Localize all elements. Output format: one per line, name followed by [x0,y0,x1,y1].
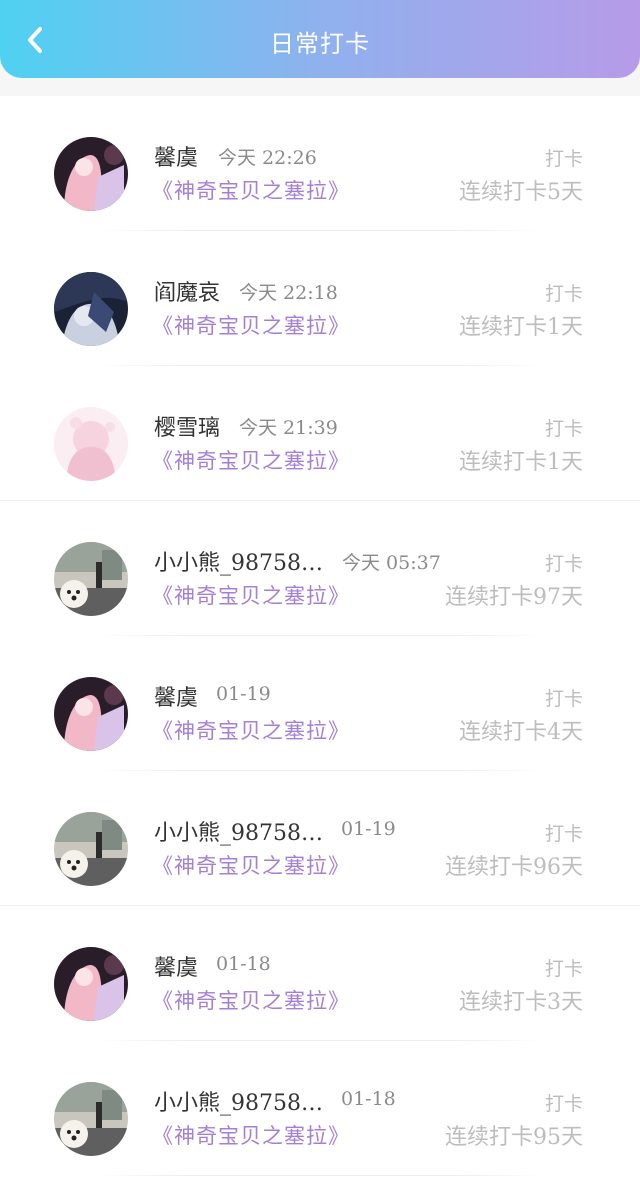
avatar[interactable] [54,542,128,616]
page-title: 日常打卡 [270,30,370,58]
user-name[interactable]: 小小熊_98758… [154,815,323,847]
avatar[interactable] [54,1082,128,1156]
top-bar: 日常打卡 [0,0,640,78]
checkin-time: 今天 22:26 [218,147,317,169]
user-name[interactable]: 小小熊_98758… [154,1085,323,1117]
checkin-time: 今天 21:39 [239,417,338,439]
avatar[interactable] [54,137,128,211]
checkin-row[interactable]: 阎魔哀 今天 22:18 《神奇宝贝之塞拉》 打卡 连续打卡1天 [0,231,640,366]
checkin-row[interactable]: 馨虞 01-19 《神奇宝贝之塞拉》 打卡 连续打卡4天 [0,636,640,771]
streak-count: 连续打卡95天 [445,1125,583,1150]
checkin-tag: 打卡 [544,823,583,845]
avatar[interactable] [54,272,128,346]
checkin-tag: 打卡 [544,688,583,710]
streak-count: 连续打卡96天 [445,855,583,880]
book-title[interactable]: 《神奇宝贝之塞拉》 [152,715,350,745]
avatar[interactable] [54,812,128,886]
checkin-time: 01-18 [216,953,271,975]
user-name[interactable]: 馨虞 [154,140,198,172]
book-title[interactable]: 《神奇宝贝之塞拉》 [152,310,350,340]
avatar[interactable] [54,407,128,481]
user-name[interactable]: 樱雪璃 [154,410,220,442]
book-title[interactable]: 《神奇宝贝之塞拉》 [152,850,350,880]
checkin-tag: 打卡 [544,958,583,980]
checkin-list: 馨虞 今天 22:26 《神奇宝贝之塞拉》 打卡 连续打卡5天 阎魔哀 今天 2… [0,96,640,1188]
checkin-row[interactable]: 樱雪璃 今天 21:39 《神奇宝贝之塞拉》 打卡 连续打卡1天 [0,366,640,501]
book-title[interactable]: 《神奇宝贝之塞拉》 [152,985,350,1015]
checkin-tag: 打卡 [544,553,583,575]
user-name[interactable]: 阎魔哀 [154,275,220,307]
streak-count: 连续打卡4天 [459,720,583,745]
checkin-time: 今天 22:18 [239,282,338,304]
checkin-row[interactable]: 馨虞 今天 22:26 《神奇宝贝之塞拉》 打卡 连续打卡5天 [0,96,640,231]
user-name[interactable]: 馨虞 [154,680,198,712]
checkin-tag: 打卡 [544,283,583,305]
streak-count: 连续打卡97天 [445,585,583,610]
checkin-row[interactable]: 小小熊_98758… 今天 05:37 《神奇宝贝之塞拉》 打卡 连续打卡97天 [0,501,640,636]
checkin-row[interactable]: 小小熊_98758… 01-18 《神奇宝贝之塞拉》 打卡 连续打卡95天 [0,1041,640,1176]
book-title[interactable]: 《神奇宝贝之塞拉》 [152,175,350,205]
book-title[interactable]: 《神奇宝贝之塞拉》 [152,580,350,610]
streak-count: 连续打卡1天 [459,450,583,475]
checkin-time: 01-19 [216,683,271,705]
checkin-time: 01-19 [341,818,396,840]
streak-count: 连续打卡1天 [459,315,583,340]
book-title[interactable]: 《神奇宝贝之塞拉》 [152,1120,350,1150]
checkin-row[interactable]: 小小熊_98758… 01-19 《神奇宝贝之塞拉》 打卡 连续打卡96天 [0,771,640,906]
avatar[interactable] [54,947,128,1021]
checkin-tag: 打卡 [544,1093,583,1115]
user-name[interactable]: 馨虞 [154,950,198,982]
checkin-time: 01-18 [341,1088,396,1110]
book-title[interactable]: 《神奇宝贝之塞拉》 [152,445,350,475]
checkin-row[interactable]: 馨虞 01-18 《神奇宝贝之塞拉》 打卡 连续打卡3天 [0,906,640,1041]
checkin-tag: 打卡 [544,418,583,440]
divider [96,1175,544,1176]
user-name[interactable]: 小小熊_98758… [154,545,323,577]
streak-count: 连续打卡3天 [459,990,583,1015]
avatar[interactable] [54,677,128,751]
streak-count: 连续打卡5天 [459,180,583,205]
checkin-time: 今天 05:37 [342,552,441,574]
checkin-tag: 打卡 [544,148,583,170]
